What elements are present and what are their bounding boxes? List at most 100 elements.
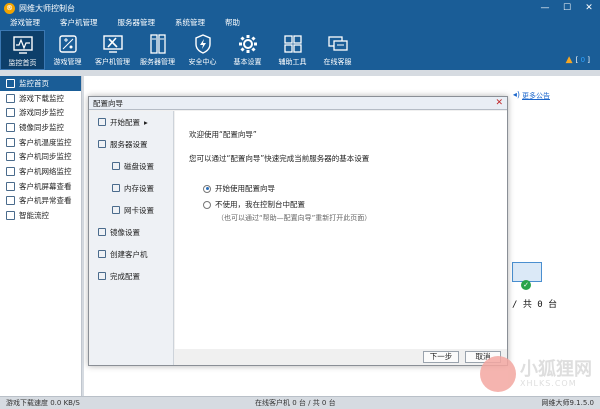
gamepad-icon <box>58 35 77 53</box>
start-icon <box>98 118 106 126</box>
toolbar-settings[interactable]: 基本设置 <box>225 30 270 70</box>
welcome-text: 欢迎使用“配置向导” <box>189 130 257 139</box>
nic-icon <box>112 206 120 214</box>
more-notices-link[interactable]: 更多公告 <box>522 91 550 101</box>
version-text: 网维大师9.1.5.0 <box>541 399 595 407</box>
wizard-step-create-client[interactable]: 创建客户机 <box>90 243 173 265</box>
server-icon <box>149 34 166 54</box>
option-start-wizard[interactable]: 开始使用配置向导 <box>203 183 275 194</box>
alert-count: 0 <box>580 56 586 64</box>
toolbar-label: 基本设置 <box>233 58 262 66</box>
toolbar-server[interactable]: 服务器管理 <box>135 30 180 70</box>
menu-bar: 游戏管理 客户机管理 服务器管理 系统管理 帮助 <box>0 16 600 30</box>
description-text: 您可以通过“配置向导”快速完成当前服务器的基本设置 <box>189 154 370 163</box>
wizard-steps: 开始配置 ▸ 服务器设置 磁盘设置 内存设置 网卡设置 镜像设置 创建客户机 完成… <box>90 111 174 365</box>
config-wizard-dialog: 配置向导 ✕ 开始配置 ▸ 服务器设置 磁盘设置 内存设置 网卡设置 镜像设置 创… <box>88 96 508 366</box>
check-icon: ✓ <box>521 280 531 290</box>
sidebar-item-client-network[interactable]: 客户机网络监控 <box>0 164 81 179</box>
disk-icon <box>112 162 120 170</box>
sidebar-item-client-error[interactable]: 客户机异常查看 <box>0 194 81 209</box>
close-icon[interactable]: ✕ <box>578 0 600 16</box>
tools-icon <box>102 35 123 53</box>
thermometer-icon <box>6 137 15 147</box>
screen-icon <box>6 181 15 191</box>
monitor-icon <box>12 36 33 54</box>
download-speed: 游戏下载速度 0.0 KB/S <box>6 399 80 407</box>
menu-server[interactable]: 服务器管理 <box>108 16 166 30</box>
dialog-title: 配置向导 <box>93 99 123 108</box>
memory-icon <box>112 184 120 192</box>
flow-icon <box>6 211 15 221</box>
toolbar-monitor[interactable]: 监控首页 <box>0 30 45 70</box>
toolbar-security[interactable]: 安全中心 <box>180 30 225 70</box>
toolbar-label: 客户机管理 <box>95 58 130 66</box>
error-icon <box>6 196 15 206</box>
minimize-icon[interactable]: — <box>534 0 556 16</box>
watermark: 小狐狸网 XHLKS.COM <box>480 356 592 392</box>
wizard-step-start[interactable]: 开始配置 ▸ <box>90 111 173 133</box>
hint-text: （也可以通过“帮助—配置向导”重新打开此页面） <box>217 214 372 222</box>
menu-game[interactable]: 游戏管理 <box>0 16 50 30</box>
main-toolbar: 监控首页 游戏管理 客户机管理 服务器管理 安全中心 基本设置 辅助工具 在线客… <box>0 30 600 70</box>
watermark-sub: XHLKS.COM <box>520 378 577 388</box>
menu-system[interactable]: 系统管理 <box>165 16 215 30</box>
radio-icon <box>203 200 211 209</box>
toolbar-label: 辅助工具 <box>278 58 307 66</box>
client-icon <box>98 250 106 258</box>
gear-icon <box>98 140 106 148</box>
grid-icon <box>283 35 302 53</box>
client-count-text: / 共 0 台 <box>512 300 558 310</box>
sidebar-item-game-download[interactable]: 游戏下载监控 <box>0 91 81 106</box>
menu-client[interactable]: 客户机管理 <box>50 16 108 30</box>
window-controls: — ☐ ✕ <box>534 0 600 16</box>
finish-icon <box>98 272 106 280</box>
online-count: 在线客户机 0 台 / 共 0 台 <box>255 399 336 407</box>
dialog-footer: 下一步 取消 <box>175 349 507 365</box>
sidebar-item-image-sync[interactable]: 镜像同步监控 <box>0 120 81 135</box>
wizard-step-finish[interactable]: 完成配置 <box>90 265 173 287</box>
next-button[interactable]: 下一步 <box>423 351 459 363</box>
wizard-step-image[interactable]: 镜像设置 <box>90 221 173 243</box>
sidebar-item-flow-control[interactable]: 智能流控 <box>0 208 81 223</box>
fox-logo-icon <box>480 356 516 392</box>
computer-icon <box>512 262 542 282</box>
toolbar-label: 监控首页 <box>8 59 37 67</box>
speaker-icon: ◂) <box>512 90 520 99</box>
dialog-title-bar: 配置向导 ✕ <box>89 97 507 110</box>
window-title: 网维大师控制台 <box>19 3 75 13</box>
toolbar-label: 游戏管理 <box>53 58 82 66</box>
watermark-text: 小狐狸网 <box>520 358 592 380</box>
wizard-step-disk[interactable]: 磁盘设置 <box>90 155 173 177</box>
sidebar-item-client-screen[interactable]: 客户机屏幕查看 <box>0 179 81 194</box>
menu-help[interactable]: 帮助 <box>215 16 250 30</box>
toolbar-label: 在线客服 <box>323 58 352 66</box>
sidebar-item-client-temp[interactable]: 客户机温度监控 <box>0 135 81 150</box>
gear-icon <box>238 35 257 53</box>
download-icon <box>6 93 15 103</box>
client-sync-icon <box>6 152 15 162</box>
alert-counter[interactable]: [ 0 ] <box>576 56 590 64</box>
toolbar-label: 服务器管理 <box>140 58 175 66</box>
wizard-step-nic[interactable]: 网卡设置 <box>90 199 173 221</box>
image-icon <box>98 228 106 236</box>
title-bar: ® 网维大师控制台 — ☐ ✕ <box>0 0 600 16</box>
shield-bolt-icon <box>194 34 211 54</box>
maximize-icon[interactable]: ☐ <box>556 0 578 16</box>
toolbar-label: 安全中心 <box>188 58 217 66</box>
wizard-step-server[interactable]: 服务器设置 <box>90 133 173 155</box>
sidebar-item-client-sync[interactable]: 客户机同步监控 <box>0 149 81 164</box>
status-bar: 游戏下载速度 0.0 KB/S 在线客户机 0 台 / 共 0 台 网维大师9.… <box>0 396 600 409</box>
sidebar-item-game-sync[interactable]: 游戏同步监控 <box>0 105 81 120</box>
toolbar-game[interactable]: 游戏管理 <box>45 30 90 70</box>
monitor-icon <box>6 78 15 88</box>
sync-icon <box>6 108 15 118</box>
sidebar-item-monitor-home[interactable]: 监控首页 <box>0 76 81 91</box>
close-icon[interactable]: ✕ <box>495 97 503 110</box>
app-logo-icon: ® <box>4 2 15 14</box>
option-skip-wizard[interactable]: 不使用，我在控制台中配置 <box>203 199 305 210</box>
wizard-step-memory[interactable]: 内存设置 <box>90 177 173 199</box>
toolbar-client[interactable]: 客户机管理 <box>90 30 135 70</box>
toolbar-support[interactable]: 在线客服 <box>315 30 360 70</box>
warning-icon[interactable]: ▲ <box>566 55 573 65</box>
toolbar-tools[interactable]: 辅助工具 <box>270 30 315 70</box>
